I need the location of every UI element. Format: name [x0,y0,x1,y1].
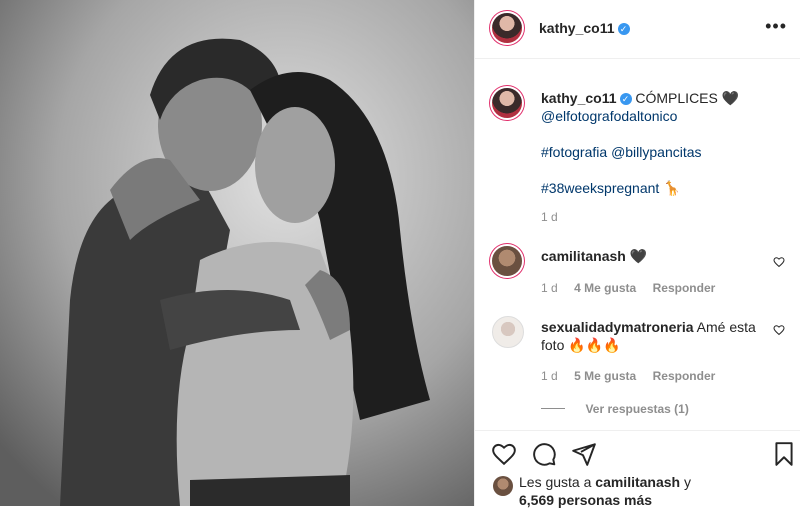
likes-user[interactable]: camilitanash [595,474,680,490]
heart-icon[interactable] [773,256,785,268]
reply-button[interactable]: Responder [653,281,716,295]
caption: kathy_co11 ✓ CÓMPLICES 🖤 @elfotografodalt… [541,89,786,226]
comment-likes[interactable]: 5 Me gusta [574,369,636,383]
comment-text: 🖤 [629,248,648,264]
mention-photographer[interactable]: @elfotografodaltonico [541,108,677,124]
caption-time[interactable]: 1 d [541,210,558,224]
comment-sexualidadymatroneria: sexualidadymatroneria Amé esta foto 🔥🔥🔥 [541,318,766,354]
author-avatar[interactable] [492,13,522,43]
view-replies[interactable]: Ver respuestas (1) [541,400,689,418]
heart-icon[interactable] [773,324,785,336]
bookmark-icon[interactable] [771,441,797,467]
post-header: kathy_co11 ✓ ••• [475,0,800,59]
comment-icon[interactable] [531,441,557,467]
verified-icon: ✓ [617,23,630,35]
comment-username[interactable]: sexualidadymatroneria [541,319,694,335]
comment-camilitanash: camilitanash 🖤 [541,248,771,265]
couple-photo-illustration [0,0,474,506]
verified-icon: ✓ [619,93,632,105]
caption-avatar[interactable] [492,88,522,118]
comment-time[interactable]: 1 d [541,369,558,383]
comment-avatar-camilitanash[interactable] [492,246,522,276]
liker-avatar[interactable] [493,476,513,496]
post-photo[interactable] [0,0,474,506]
view-replies-label[interactable]: Ver respuestas (1) [585,402,688,416]
reply-button[interactable]: Responder [653,369,716,383]
share-icon[interactable] [571,441,597,467]
hashtag-38weekspregnant[interactable]: #38weekspregnant [541,180,659,196]
header-username[interactable]: kathy_co11 [539,20,615,36]
likes-prefix: Les gusta a [519,474,592,490]
caption-title: CÓMPLICES 🖤 [635,90,740,106]
post-details-panel: kathy_co11 ✓ ••• kathy_co11 ✓ CÓMPLICES 🖤 … [474,0,800,509]
likes-summary: Les gusta a camilitanash y 6,569 persona… [519,473,789,509]
comment-meta: 1 d 5 Me gusta Responder [541,367,715,385]
comment-meta: 1 d 4 Me gusta Responder [541,279,715,297]
replies-divider [541,408,565,410]
comment-time[interactable]: 1 d [541,281,558,295]
comment-likes[interactable]: 4 Me gusta [574,281,636,295]
comment-avatar-sexualidadymatroneria[interactable] [492,316,524,348]
likes-conj: y [684,474,691,490]
giraffe-emoji: 🦒 [663,180,681,196]
caption-username[interactable]: kathy_co11 [541,90,617,106]
more-options-icon[interactable]: ••• [765,16,787,37]
heart-icon[interactable] [491,441,517,467]
hashtag-fotografia[interactable]: #fotografia [541,144,607,160]
comment-username[interactable]: camilitanash [541,248,626,264]
mention-billy[interactable]: @billypancitas [611,144,701,160]
